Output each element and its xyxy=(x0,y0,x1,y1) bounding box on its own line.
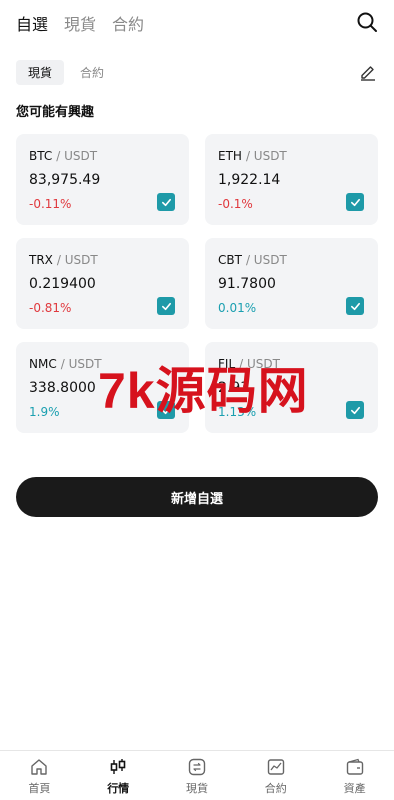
tab-watchlist[interactable]: 自選 xyxy=(16,11,48,35)
subtab-contract[interactable]: 合約 xyxy=(68,60,116,85)
home-icon xyxy=(31,759,48,775)
card-btc[interactable]: BTC / USDT 83,975.49 -0.11% xyxy=(16,134,189,225)
quote-symbol: / USDT xyxy=(245,253,287,267)
nav-label: 資產 xyxy=(343,782,366,795)
quote-symbol: / USDT xyxy=(245,149,287,163)
nav-home[interactable]: 首頁 xyxy=(0,751,79,800)
change-percent: -0.11% xyxy=(29,197,72,211)
sub-tabs: 現貨 合約 xyxy=(16,59,378,85)
pair-name: CBT / USDT xyxy=(218,252,365,268)
card-trx[interactable]: TRX / USDT 0.219400 -0.81% xyxy=(16,238,189,329)
price: 83,975.49 xyxy=(29,172,101,188)
nav-label: 現貨 xyxy=(185,782,208,795)
pair-name: TRX / USDT xyxy=(29,252,176,268)
nav-contract[interactable]: 合約 xyxy=(236,751,315,800)
checkbox-checked-icon[interactable] xyxy=(346,297,364,315)
contract-chart-icon xyxy=(267,759,284,775)
top-tabs: 自選 現貨 合約 xyxy=(16,10,378,36)
nav-market[interactable]: 行情 xyxy=(79,751,158,800)
card-eth[interactable]: ETH / USDT 1,922.14 -0.1% xyxy=(205,134,378,225)
nav-label: 首頁 xyxy=(28,782,51,795)
pair-name: ETH / USDT xyxy=(218,148,365,164)
change-percent: -0.1% xyxy=(218,197,253,211)
base-symbol: ETH xyxy=(218,149,242,163)
price: 91.7800 xyxy=(218,276,276,292)
nav-assets[interactable]: 資產 xyxy=(315,751,394,800)
base-symbol: CBT xyxy=(218,253,242,267)
wallet-icon xyxy=(346,758,363,775)
quote-symbol: / USDT xyxy=(56,149,98,163)
change-percent: -0.81% xyxy=(29,301,72,315)
pair-name: BTC / USDT xyxy=(29,148,176,164)
tab-contract[interactable]: 合約 xyxy=(112,11,144,35)
base-symbol: NMC xyxy=(29,357,57,371)
card-cbt[interactable]: CBT / USDT 91.7800 0.01% xyxy=(205,238,378,329)
quote-symbol: / USDT xyxy=(56,253,98,267)
nav-label: 行情 xyxy=(107,782,130,795)
quote-symbol: / USDT xyxy=(60,357,102,371)
edit-icon[interactable] xyxy=(358,62,378,82)
tab-spot[interactable]: 現貨 xyxy=(64,11,96,35)
add-watchlist-button[interactable]: 新增自選 xyxy=(16,477,378,517)
nav-spot[interactable]: 現貨 xyxy=(158,751,237,800)
section-title: 您可能有興趣 xyxy=(16,105,95,120)
price: 1,922.14 xyxy=(218,172,281,188)
change-percent: 0.01% xyxy=(218,301,257,315)
price: 0.219400 xyxy=(29,276,96,292)
checkbox-checked-icon[interactable] xyxy=(157,193,175,211)
base-symbol: TRX xyxy=(29,253,53,267)
bottom-nav: 首頁 行情 現貨 合約 資產 xyxy=(0,750,394,800)
search-icon[interactable] xyxy=(356,11,378,33)
checkbox-checked-icon[interactable] xyxy=(346,401,364,419)
candlestick-icon xyxy=(110,759,126,774)
checkbox-checked-icon[interactable] xyxy=(157,297,175,315)
watermark: 7k源码网 xyxy=(98,363,309,419)
checkbox-checked-icon[interactable] xyxy=(346,193,364,211)
subtab-spot[interactable]: 現貨 xyxy=(16,59,65,85)
nav-label: 合約 xyxy=(264,782,287,795)
base-symbol: BTC xyxy=(29,149,53,163)
swap-icon xyxy=(188,758,206,776)
